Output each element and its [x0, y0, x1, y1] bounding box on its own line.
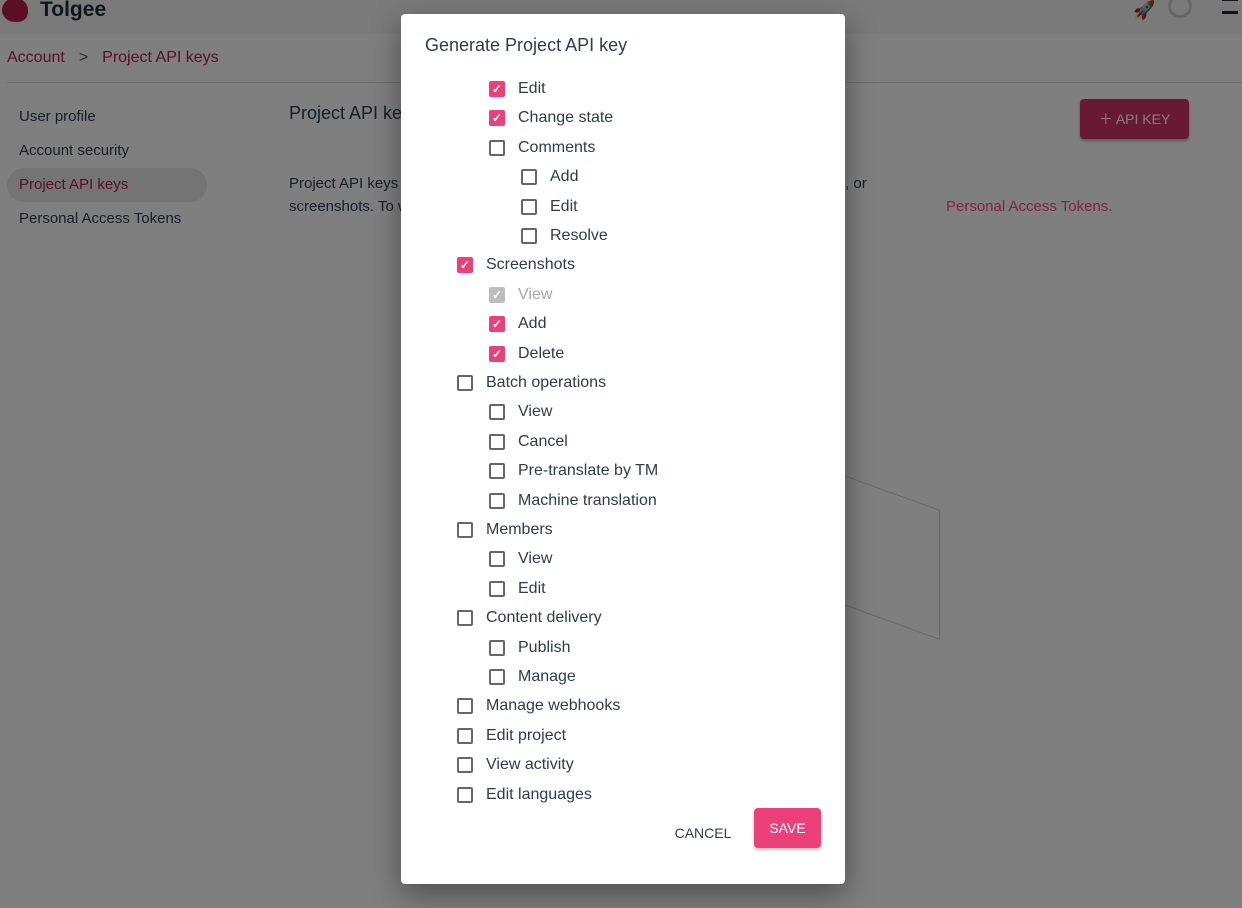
checkbox-unchecked-icon[interactable]: [457, 757, 473, 774]
checkbox-unchecked-icon[interactable]: [457, 727, 473, 744]
permission-label: Edit: [550, 197, 578, 215]
permission-checkbox-row[interactable]: Comments: [489, 136, 595, 160]
checkbox-unchecked-icon[interactable]: [489, 139, 505, 156]
permission-label: View activity: [486, 756, 574, 774]
permission-checkbox-row[interactable]: ✓ Change state: [489, 106, 613, 130]
checkbox-unchecked-icon[interactable]: [489, 639, 505, 656]
permission-checkbox-row[interactable]: Resolve: [521, 224, 608, 248]
checkbox-unchecked-icon[interactable]: [457, 698, 473, 715]
permission-label: Manage: [518, 668, 576, 685]
permission-checkbox-row[interactable]: Machine translation: [489, 489, 657, 513]
permission-checkbox-row[interactable]: Pre-translate by TM: [489, 459, 658, 483]
permission-label: View: [518, 550, 553, 568]
permission-checkbox-row[interactable]: ✓ Delete: [489, 342, 564, 366]
permission-checkbox-row[interactable]: Content delivery: [457, 606, 602, 630]
checkbox-unchecked-icon[interactable]: [457, 375, 473, 391]
checkbox-unchecked-icon[interactable]: [457, 522, 473, 538]
permission-label: Screenshots: [486, 256, 575, 274]
checkbox-unchecked-icon[interactable]: [457, 786, 473, 803]
permission-checkbox-row[interactable]: Edit project: [457, 724, 566, 748]
save-button[interactable]: SAVE: [754, 808, 821, 848]
permission-label: Batch operations: [486, 374, 607, 391]
checkbox-checked-icon[interactable]: ✓: [489, 81, 505, 97]
permission-checkbox-row[interactable]: Edit: [489, 577, 546, 601]
cancel-button[interactable]: CANCEL: [663, 815, 743, 851]
permission-label: Cancel: [518, 432, 568, 450]
permission-label: Content delivery: [486, 609, 602, 627]
checkbox-unchecked-icon[interactable]: [521, 228, 537, 244]
checkbox-unchecked-icon[interactable]: [489, 669, 505, 685]
permission-label: View: [518, 403, 553, 421]
checkbox-unchecked-icon[interactable]: [521, 169, 537, 186]
checkbox-unchecked-icon[interactable]: [489, 492, 505, 509]
permission-label: Pre-translate by TM: [518, 462, 659, 480]
checkbox-unchecked-icon[interactable]: [457, 610, 473, 627]
permission-checkbox-row[interactable]: View: [489, 547, 552, 571]
permission-label: Change state: [518, 109, 614, 127]
checkbox-unchecked-icon[interactable]: [489, 433, 505, 450]
checkbox-checked-icon[interactable]: ✓: [457, 257, 473, 274]
permission-label: Edit: [518, 80, 546, 97]
permission-label: Publish: [518, 638, 571, 656]
checkbox-unchecked-icon[interactable]: [521, 198, 537, 215]
permission-checkbox-row[interactable]: Manage: [489, 665, 576, 689]
checkbox-unchecked-icon[interactable]: [489, 404, 505, 421]
permission-checkbox-row[interactable]: Batch operations: [457, 371, 606, 395]
permission-checkbox-row[interactable]: ✓ Add: [489, 312, 546, 336]
permission-checkbox-row[interactable]: Cancel: [489, 430, 568, 454]
permission-checkbox-row[interactable]: ✓ View: [489, 283, 552, 307]
permission-checkbox-row[interactable]: Manage webhooks: [457, 694, 620, 718]
permission-label: Add: [518, 315, 547, 333]
checkbox-unchecked-icon[interactable]: [489, 580, 505, 597]
checkbox-checked-icon[interactable]: ✓: [489, 110, 505, 127]
checkbox-unchecked-icon[interactable]: [489, 463, 505, 480]
permission-label: Edit languages: [486, 785, 592, 803]
permission-checkbox-row[interactable]: Add: [521, 165, 578, 189]
description-end: .: [1108, 198, 1113, 215]
permission-checkbox-row[interactable]: View activity: [457, 753, 574, 777]
permission-checkbox-row[interactable]: Members: [457, 518, 553, 542]
permission-label: Manage webhooks: [486, 697, 621, 715]
permission-label: Comments: [518, 138, 596, 156]
description-link-line: Personal Access Tokens.: [946, 195, 1112, 218]
permission-label: View: [518, 285, 553, 303]
personal-access-tokens-link[interactable]: Personal Access Tokens: [946, 198, 1108, 215]
permission-checkbox-row[interactable]: ✓ Screenshots: [457, 253, 575, 277]
checkbox-checked-icon[interactable]: ✓: [489, 316, 505, 333]
permission-label: Add: [550, 168, 579, 186]
checkbox-checked-icon[interactable]: ✓: [489, 345, 505, 362]
permission-checkbox-row[interactable]: ✓ Edit: [489, 77, 546, 101]
dialog-title: Generate Project API key: [425, 35, 628, 55]
permission-label: Members: [486, 521, 553, 538]
permission-label: Edit project: [486, 726, 567, 744]
permission-label: Machine translation: [518, 491, 657, 509]
permission-checkbox-row[interactable]: Publish: [489, 636, 570, 660]
permission-label: Delete: [518, 344, 565, 362]
permission-label: Resolve: [550, 227, 608, 244]
checkbox-checked-icon[interactable]: ✓: [489, 286, 505, 303]
permission-label: Edit: [518, 579, 546, 597]
generate-api-key-dialog: Generate Project API key ✓ Edit ✓ Change st…: [401, 14, 845, 884]
permission-checkbox-row[interactable]: Edit: [521, 195, 578, 219]
checkbox-unchecked-icon[interactable]: [489, 551, 505, 568]
permission-checkbox-row[interactable]: Edit languages: [457, 783, 592, 807]
permission-checkbox-row[interactable]: View: [489, 400, 552, 424]
